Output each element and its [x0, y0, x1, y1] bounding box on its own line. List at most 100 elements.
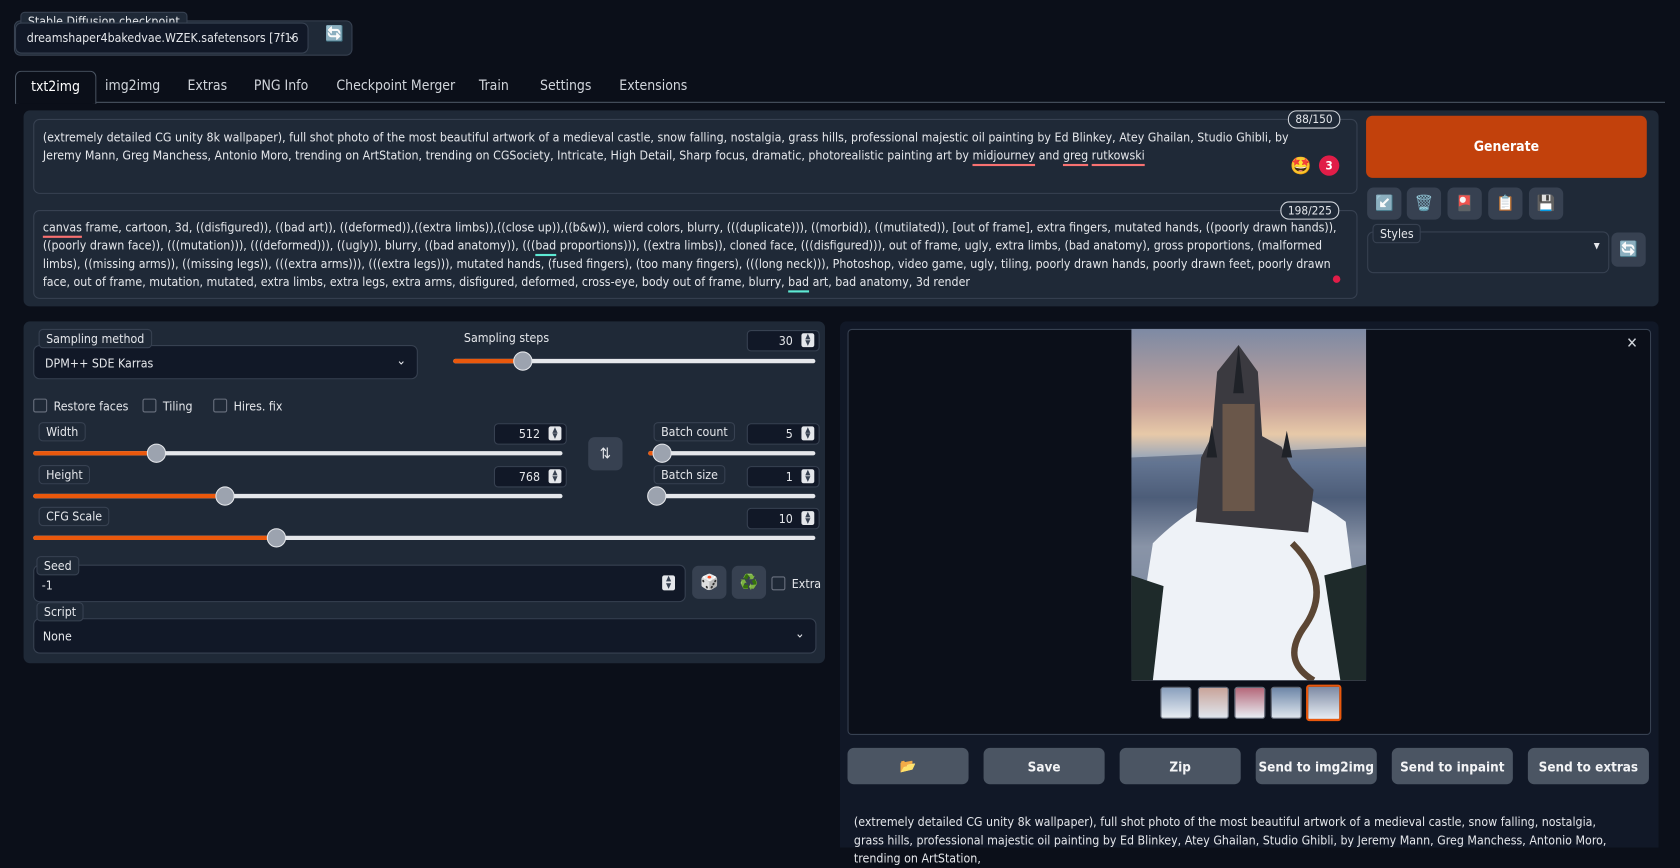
dice-icon: 🎲 — [699, 573, 719, 591]
slider-handle[interactable] — [146, 443, 166, 463]
spinner-icon[interactable]: ▲ ▼ — [662, 575, 676, 591]
save-style-button[interactable]: 💾 — [1528, 187, 1564, 220]
prompt-token-counter: 88/150 — [1287, 110, 1341, 129]
grammarly-emoji-icon: 🤩 — [1290, 155, 1312, 176]
thumbnail-5-selected[interactable] — [1306, 684, 1342, 722]
apply-style-button[interactable]: 📋 — [1488, 187, 1523, 220]
batch-size-slider[interactable] — [647, 486, 816, 506]
prompt-segment: art, bad anatomy, 3d render — [809, 274, 970, 290]
seed-value: -1 — [41, 577, 53, 593]
reuse-seed-button[interactable]: ♻️ — [731, 565, 767, 599]
cfg-scale-label: CFG Scale — [38, 506, 110, 527]
open-folder-button[interactable]: 📂 — [847, 747, 969, 785]
value: 512 — [518, 426, 541, 442]
checkpoint-select[interactable]: dreamshaper4bakedvae.WZEK.safetensors [7… — [15, 22, 309, 54]
generate-button[interactable]: Generate — [1366, 115, 1647, 178]
refresh-checkpoint-button[interactable]: 🔄 — [319, 26, 349, 50]
batch-count-label: Batch count — [653, 422, 736, 442]
send-to-inpaint-button[interactable]: Send to inpaint — [1391, 747, 1513, 785]
slider-handle[interactable] — [647, 486, 667, 506]
batch-count-slider[interactable] — [648, 443, 816, 463]
restore-faces-checkbox[interactable] — [33, 398, 48, 413]
save-button[interactable]: Save — [983, 747, 1105, 785]
tiling-label: Tiling — [162, 398, 193, 414]
folder-icon: 📂 — [899, 757, 917, 774]
arrow-icon: ↙️ — [1374, 195, 1394, 213]
tab-extensions[interactable]: Extensions — [604, 71, 702, 103]
slider-handle[interactable] — [215, 486, 235, 506]
castle-illustration — [1131, 345, 1367, 681]
tab-settings[interactable]: Settings — [525, 71, 606, 103]
styles-label: Styles — [1372, 223, 1422, 244]
read-params-button[interactable]: ↙️ — [1367, 187, 1402, 220]
clear-prompt-button[interactable]: 🗑️ — [1406, 187, 1442, 220]
sampling-method-label: Sampling method — [38, 328, 152, 349]
extra-networks-button[interactable]: 🎴 — [1447, 187, 1482, 220]
thumbnail-3[interactable] — [1234, 686, 1266, 719]
spinner-icon[interactable]: ▲ ▼ — [548, 469, 562, 484]
tab-checkpoint-merger[interactable]: Checkpoint Merger — [321, 71, 470, 103]
refresh-icon: 🔄 — [1619, 241, 1638, 259]
thumbnail-1[interactable] — [1160, 686, 1192, 719]
send-to-extras-button[interactable]: Send to extras — [1527, 747, 1649, 785]
flagged-word: bad — [788, 274, 810, 290]
hires-fix-checkbox[interactable] — [213, 398, 228, 413]
spinner-icon[interactable]: ▲ ▼ — [548, 426, 562, 441]
spinner-icon[interactable]: ▲ ▼ — [801, 469, 815, 484]
extra-checkbox[interactable] — [771, 576, 786, 591]
random-seed-button[interactable]: 🎲 — [692, 565, 727, 599]
cfg-scale-slider[interactable] — [33, 528, 816, 548]
prompt-text: (extremely detailed CG unity 8k wallpape… — [43, 129, 1329, 165]
value: 768 — [518, 469, 541, 485]
script-select[interactable]: None ⌄ — [33, 618, 817, 654]
refresh-icon: 🔄 — [324, 25, 344, 43]
send-to-img2img-button[interactable]: Send to img2img — [1255, 747, 1377, 785]
negative-token-counter: 198/225 — [1280, 201, 1340, 220]
floppy-disk-icon: 💾 — [1536, 195, 1556, 213]
generated-image[interactable] — [1131, 328, 1367, 681]
tab-extras[interactable]: Extras — [173, 71, 243, 103]
sampling-steps-label: Sampling steps — [463, 330, 550, 346]
swap-dimensions-button[interactable]: ⇅ — [588, 437, 623, 471]
width-label: Width — [38, 422, 86, 442]
sampling-method-select[interactable]: DPM++ SDE Karras ⌄ — [33, 345, 418, 380]
value: 30 — [778, 333, 793, 349]
card-icon: 🎴 — [1455, 195, 1474, 213]
sampling-steps-slider[interactable] — [453, 351, 816, 371]
height-slider[interactable] — [33, 486, 563, 506]
misspelled-word: rutkowski — [1091, 147, 1145, 163]
seed-input[interactable]: -1 ▲ ▼ — [33, 564, 686, 603]
refresh-styles-button[interactable]: 🔄 — [1611, 232, 1646, 267]
value: 5 — [785, 426, 793, 442]
recycle-icon: ♻️ — [739, 573, 759, 591]
spinner-icon[interactable]: ▲ ▼ — [801, 426, 815, 441]
sampling-steps-input[interactable]: 30 ▲ ▼ — [746, 330, 820, 352]
thumbnail-2[interactable] — [1197, 686, 1229, 719]
sampling-method-value: DPM++ SDE Karras — [45, 355, 154, 371]
tab-train[interactable]: Train — [464, 71, 524, 103]
width-input[interactable]: 512 ▲ ▼ — [493, 423, 567, 445]
clipboard-icon: 📋 — [1496, 195, 1515, 213]
spinner-icon[interactable]: ▲ ▼ — [801, 511, 815, 526]
tiling-checkbox[interactable] — [142, 398, 157, 413]
width-slider[interactable] — [33, 443, 563, 463]
chevron-down-icon: ⌄ — [794, 625, 805, 641]
thumbnail-4[interactable] — [1270, 686, 1302, 719]
seed-label: Seed — [36, 556, 80, 576]
misspelled-word: midjourney — [972, 147, 1036, 163]
issues-badge[interactable]: 3 — [1318, 155, 1340, 176]
height-input[interactable]: 768 ▲ ▼ — [493, 466, 567, 488]
value: 1 — [785, 469, 793, 485]
batch-count-input[interactable]: 5 ▲ ▼ — [746, 423, 820, 445]
zip-button[interactable]: Zip — [1119, 747, 1241, 785]
height-label: Height — [38, 465, 91, 485]
cfg-scale-input[interactable]: 10 ▲ ▼ — [746, 507, 820, 530]
tab-img2img[interactable]: img2img — [90, 71, 175, 103]
tab-txt2img[interactable]: txt2img — [15, 70, 97, 104]
batch-size-input[interactable]: 1 ▲ ▼ — [746, 466, 820, 488]
spinner-icon[interactable]: ▲ ▼ — [801, 333, 815, 348]
close-icon[interactable]: ✕ — [1626, 335, 1637, 352]
prompt-segment: and — [1035, 147, 1063, 163]
status-dot-icon — [1332, 275, 1341, 283]
tab-png-info[interactable]: PNG Info — [239, 71, 323, 103]
